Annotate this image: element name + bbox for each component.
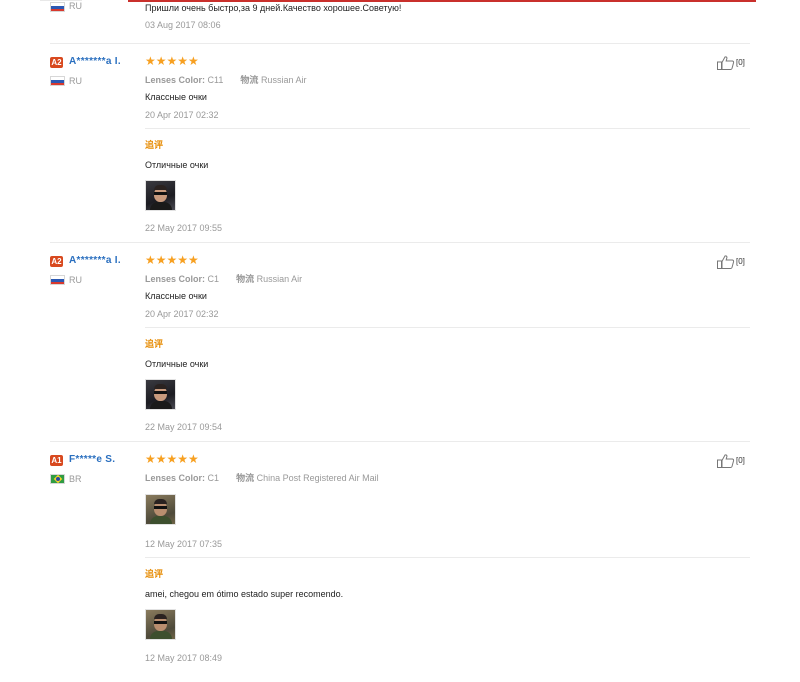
- followup-label: 追评: [145, 569, 164, 579]
- thumbs-up-icon: [717, 255, 735, 269]
- star-rating: ★★★★★: [145, 54, 199, 68]
- followup-divider: [145, 557, 750, 558]
- lenses-color-value: C11: [207, 75, 224, 85]
- review-divider: [50, 441, 750, 442]
- lenses-color-label: Lenses Color:: [145, 75, 206, 85]
- helpful-count: [0]: [736, 257, 745, 266]
- review-date: 20 Apr 2017 02:32: [145, 110, 219, 120]
- reviewer-country: RU: [69, 1, 82, 11]
- lenses-color-label: Lenses Color:: [145, 274, 206, 284]
- previous-review-fragment: RU Пришли очень быстро,за 9 дней.Качеств…: [0, 0, 800, 44]
- buyer-level-badge: A1: [50, 455, 63, 466]
- helpful-button[interactable]: [0]: [717, 56, 750, 70]
- followup-text: Отличные очки: [145, 359, 209, 369]
- brazil-flag-icon: [50, 474, 65, 484]
- review-text: Пришли очень быстро,за 9 дней.Качество х…: [145, 3, 402, 13]
- lenses-color-label: Lenses Color:: [145, 473, 206, 483]
- review-photo-thumbnail[interactable]: [145, 494, 176, 525]
- followup-date: 12 May 2017 08:49: [145, 653, 223, 663]
- buyer-level-badge: A2: [50, 256, 63, 267]
- review-date: 12 May 2017 07:35: [145, 539, 223, 549]
- helpful-count: [0]: [736, 456, 745, 465]
- helpful-button[interactable]: [0]: [717, 255, 750, 269]
- logistics-value: China Post Registered Air Mail: [256, 473, 379, 483]
- followup-label: 追评: [145, 339, 164, 349]
- review-text: Классные очки: [145, 291, 207, 301]
- review-photo-thumbnail[interactable]: [145, 379, 176, 410]
- reviewer-country: RU: [69, 76, 82, 86]
- followup-text: Отличные очки: [145, 160, 209, 170]
- helpful-count: [0]: [736, 58, 745, 67]
- order-info: Lenses Color: C1 物流 China Post Registere…: [145, 471, 379, 484]
- followup-divider: [145, 327, 750, 328]
- followup-text: amei, chegou em ótimo estado super recom…: [145, 589, 344, 599]
- review-divider: [50, 43, 750, 44]
- followup-label: 追评: [145, 140, 164, 150]
- reviewer-name[interactable]: A*******a I.: [69, 255, 121, 266]
- thumbs-up-icon: [717, 56, 735, 70]
- order-info: Lenses Color: C1 物流 Russian Air: [145, 272, 302, 285]
- logistics-label: 物流: [240, 75, 259, 85]
- buyer-level-badge: A2: [50, 57, 63, 68]
- lenses-color-value: C1: [207, 473, 220, 483]
- review-photo-thumbnail[interactable]: [145, 609, 176, 640]
- star-rating: ★★★★★: [145, 452, 199, 466]
- logistics-value: Russian Air: [260, 75, 307, 85]
- followup-date: 22 May 2017 09:54: [145, 422, 223, 432]
- review-date: 20 Apr 2017 02:32: [145, 309, 219, 319]
- russia-flag-icon: [50, 2, 65, 12]
- russia-flag-icon: [50, 76, 65, 86]
- logistics-value: Russian Air: [256, 274, 303, 284]
- reviewer-name[interactable]: A*******a I.: [69, 56, 121, 67]
- russia-flag-icon: [50, 275, 65, 285]
- review-divider: [50, 242, 750, 243]
- review-photo-thumbnail[interactable]: [145, 180, 176, 211]
- logistics-label: 物流: [236, 274, 255, 284]
- reviewer-country: RU: [69, 275, 82, 285]
- reviewer-country: BR: [69, 474, 82, 484]
- lenses-color-value: C1: [207, 274, 220, 284]
- reviewer-name[interactable]: F*****e S.: [69, 454, 115, 465]
- helpful-button[interactable]: [0]: [717, 454, 750, 468]
- thumbs-up-icon: [717, 454, 735, 468]
- review-date: 03 Aug 2017 08:06: [145, 20, 221, 30]
- followup-date: 22 May 2017 09:55: [145, 223, 223, 233]
- review-text: Классные очки: [145, 92, 207, 102]
- star-rating: ★★★★★: [145, 253, 199, 267]
- followup-divider: [145, 128, 750, 129]
- order-info: Lenses Color: C11 物流 Russian Air: [145, 73, 306, 86]
- logistics-label: 物流: [236, 473, 255, 483]
